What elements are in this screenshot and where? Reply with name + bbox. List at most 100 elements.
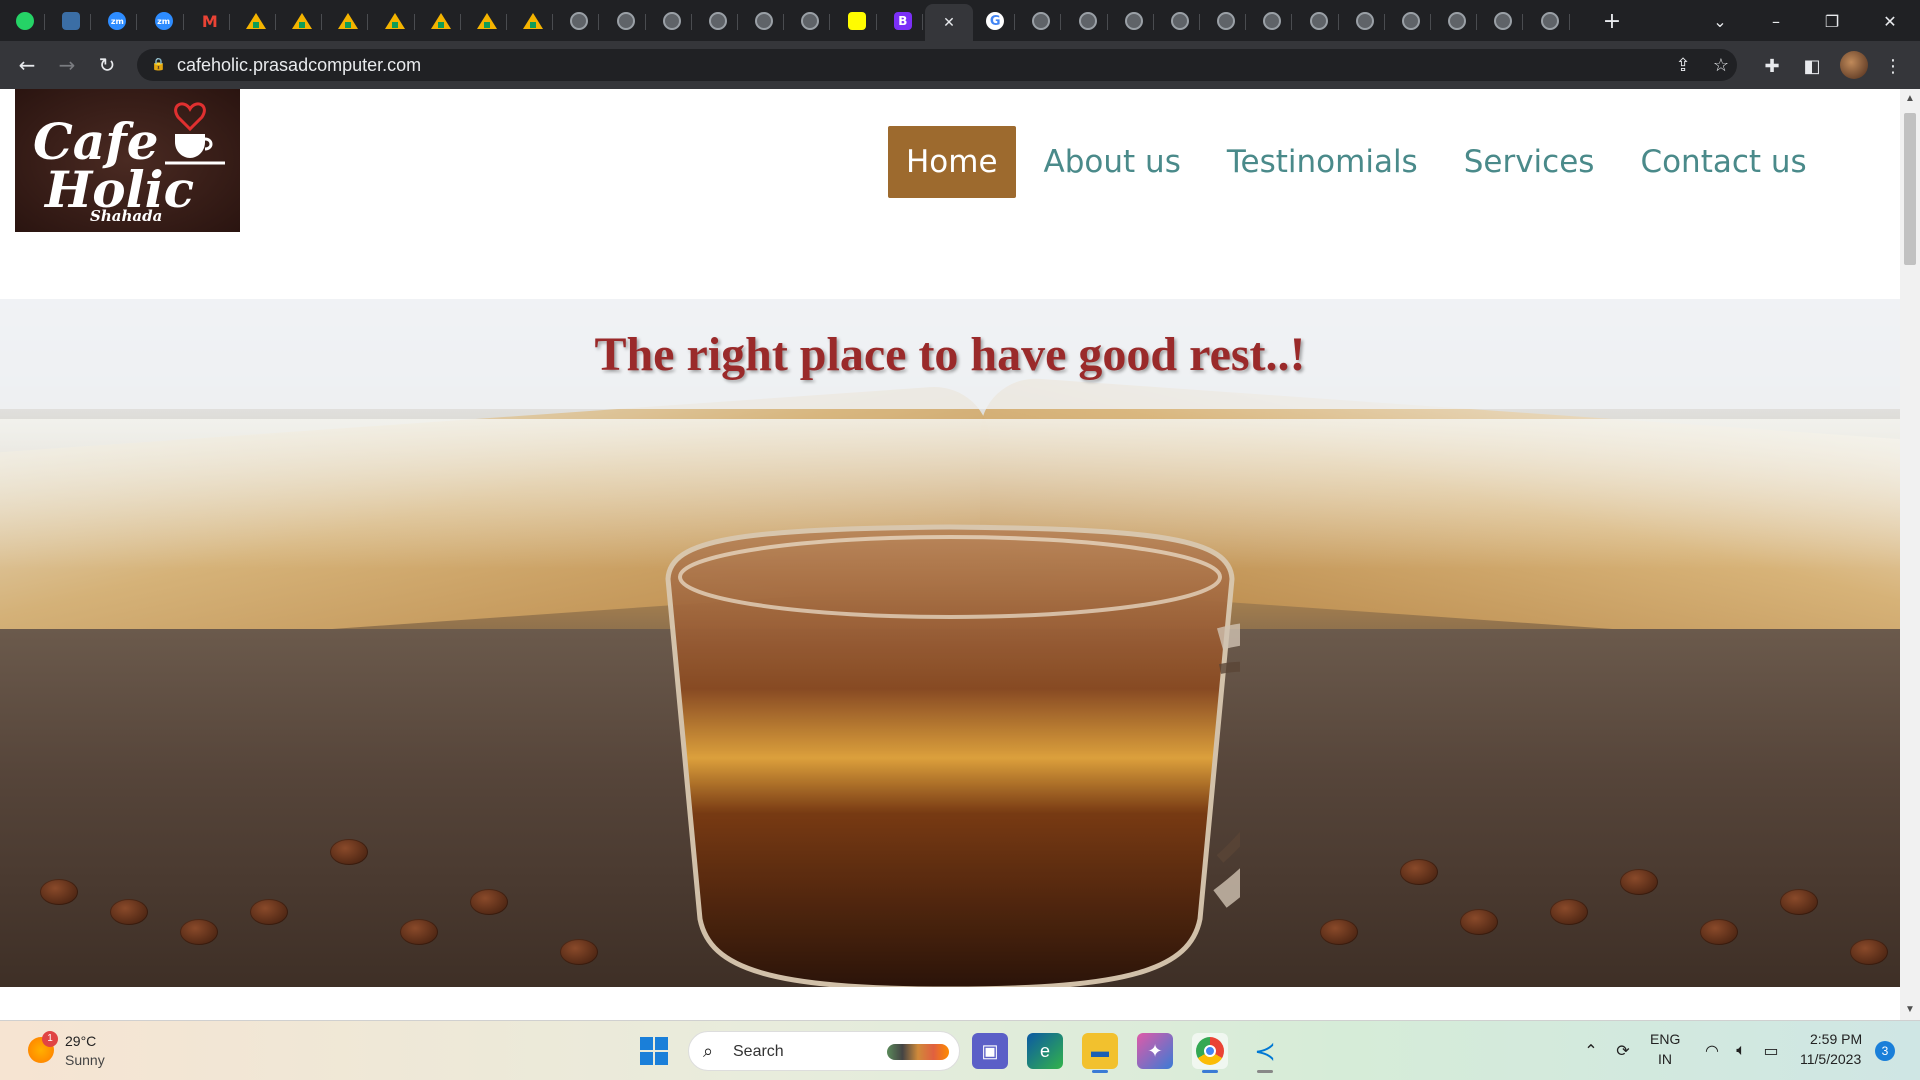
back-icon[interactable]: ← [13,51,41,79]
nav-link-services[interactable]: Services [1446,126,1613,198]
close-window-icon[interactable]: ✕ [1870,6,1910,36]
tab-separator [1430,14,1431,30]
nav-link-contact-us[interactable]: Contact us [1622,126,1824,198]
browser-tab[interactable] [1117,6,1154,36]
browser-tab[interactable] [840,6,877,36]
close-icon: ✕ [943,14,955,31]
browser-tab[interactable] [1302,6,1339,36]
weather-condition[interactable]: Sunny [65,1052,105,1068]
browser-tab[interactable] [793,6,831,36]
coffee-bean [1460,909,1498,935]
browser-tab[interactable] [562,6,600,36]
google-drive-icon [384,13,405,29]
region-indicator[interactable]: IN [1658,1051,1672,1067]
browser-tab[interactable] [285,6,323,36]
nav-link-about-us[interactable]: About us [1026,126,1199,198]
globe-icon [1032,12,1051,30]
notification-badge[interactable]: 3 [1875,1041,1895,1061]
nav-link-home[interactable]: Home [888,126,1016,198]
tab-separator [1568,14,1570,30]
browser-tab[interactable] [424,6,461,36]
tab-separator [228,14,230,30]
extensions-icon[interactable]: ✚ [1759,53,1785,79]
clock-time[interactable]: 2:59 PM [1810,1031,1862,1047]
browser-tab[interactable]: zm [147,6,184,36]
browser-tab[interactable] [1024,6,1062,36]
google-drive-icon [246,13,266,29]
battery-icon[interactable]: ▭ [1760,1039,1782,1061]
browser-tab[interactable] [378,6,415,36]
browser-tab[interactable] [1209,6,1247,36]
reload-icon[interactable]: ↻ [93,51,121,79]
taskbar-search[interactable]: ⌕ Search [688,1031,960,1071]
scroll-up-icon[interactable]: ▲ [1904,93,1916,105]
scroll-down-icon[interactable]: ▼ [1904,1004,1916,1016]
coffee-cup [665,524,1240,987]
tab-separator [44,14,45,30]
address-bar[interactable]: 🔒 cafeholic.prasadcomputer.com ⇪ ☆ [137,49,1737,81]
browser-tab[interactable] [701,6,738,36]
windows-start-icon[interactable] [640,1037,668,1065]
browser-tab[interactable] [54,6,92,36]
browser-tab[interactable] [470,6,507,36]
tagline-banner: The right place to have good rest..! [0,299,1900,409]
coffee-bean [40,879,78,905]
restore-icon[interactable]: ❐ [1812,6,1852,36]
browser-tab[interactable] [1394,6,1431,36]
language-indicator[interactable]: ENG [1650,1031,1680,1047]
browser-tab[interactable] [1486,6,1524,36]
teams-icon[interactable]: ▣ [972,1033,1008,1069]
share-icon[interactable]: ⇪ [1671,53,1695,77]
clock-date[interactable]: 11/5/2023 [1800,1051,1861,1067]
edge-icon[interactable]: e [1027,1033,1063,1069]
tab-separator [506,14,507,30]
browser-tab[interactable] [1255,6,1293,36]
tagline-heading: The right place to have good rest..! [594,327,1306,381]
browser-tab[interactable] [655,6,692,36]
browser-tab[interactable] [747,6,785,36]
tab-separator [459,14,461,30]
browser-tab[interactable]: M [193,6,230,36]
new-tab-button[interactable]: + [1592,6,1632,36]
lock-icon[interactable]: 🔒 [151,57,166,71]
browser-tab[interactable] [1071,6,1108,36]
nav-link-testinomials[interactable]: Testinomials [1209,126,1436,198]
menu-icon[interactable]: ⋮ [1880,53,1906,79]
profile-avatar[interactable] [1840,51,1868,79]
browser-tab[interactable] [331,6,369,36]
tab-search-icon[interactable]: ⌄ [1700,6,1740,36]
globe-icon [1448,12,1467,30]
copilot-icon[interactable]: ✦ [1137,1033,1173,1069]
url-text[interactable]: cafeholic.prasadcomputer.com [177,55,421,76]
scroll-thumb[interactable] [1904,113,1916,265]
minimize-icon[interactable]: – [1756,6,1796,36]
bookmark-star-icon[interactable]: ☆ [1709,53,1733,77]
volume-icon[interactable]: 🔈︎ [1730,1039,1752,1061]
browser-tab[interactable]: G [978,6,1016,36]
browser-tab[interactable]: zm [100,6,138,36]
vscode-icon[interactable]: ≺ [1247,1033,1283,1073]
show-hidden-icons-icon[interactable]: ⌃ [1580,1039,1602,1061]
sync-icon[interactable]: ⟳ [1612,1039,1634,1061]
side-panel-icon[interactable]: ◧ [1799,53,1825,79]
tab-separator [136,14,138,30]
browser-tab[interactable] [239,6,276,36]
browser-tab[interactable] [1440,6,1478,36]
browser-tab[interactable] [1163,6,1200,36]
browser-tab[interactable] [609,6,646,36]
wifi-icon[interactable]: ◠ [1701,1039,1723,1061]
file-explorer-icon[interactable]: ▬ [1082,1033,1118,1073]
globe-icon [1217,12,1236,30]
browser-tab[interactable] [516,6,554,36]
browser-tab[interactable] [8,6,45,36]
page-scrollbar[interactable]: ▲ ▼ [1900,89,1920,1020]
cafeholic-logo[interactable]: Cafe Holic Shahada [15,89,240,232]
browser-tab[interactable] [1348,6,1385,36]
forward-icon[interactable]: → [53,51,81,79]
browser-tab[interactable]: ✕ [925,4,973,41]
browser-tab[interactable]: B [886,6,923,36]
weather-badge: 1 [42,1031,58,1047]
weather-temperature[interactable]: 29°C [65,1033,96,1049]
chrome-icon[interactable] [1192,1033,1228,1073]
browser-tab[interactable] [1533,6,1570,36]
